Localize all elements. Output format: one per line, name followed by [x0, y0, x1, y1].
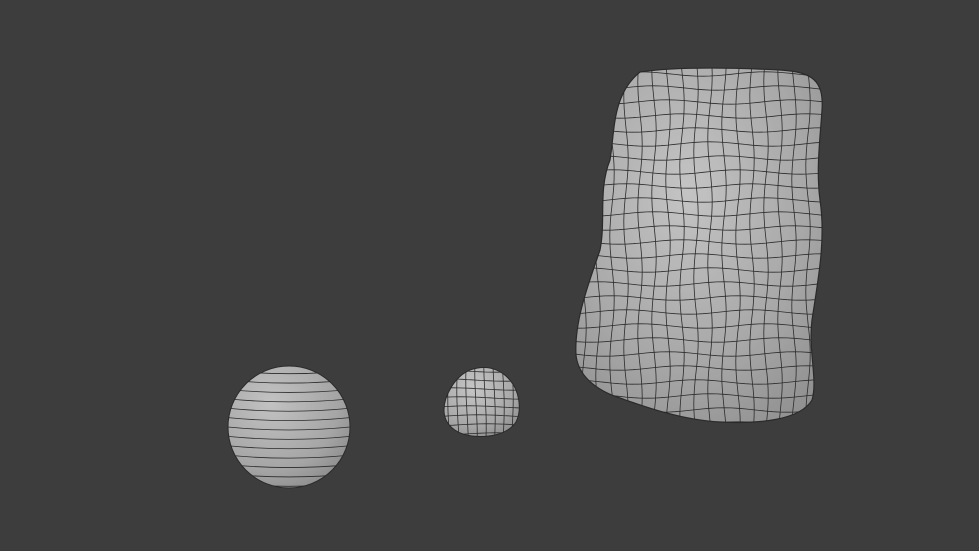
3d-viewport[interactable]: [0, 0, 979, 551]
mesh-object-sphere-rock[interactable]: [221, 365, 357, 489]
viewport-canvas[interactable]: [0, 0, 979, 551]
mesh-object-small-rock[interactable]: [439, 361, 522, 438]
mesh-object-large-rock[interactable]: [568, 58, 829, 426]
